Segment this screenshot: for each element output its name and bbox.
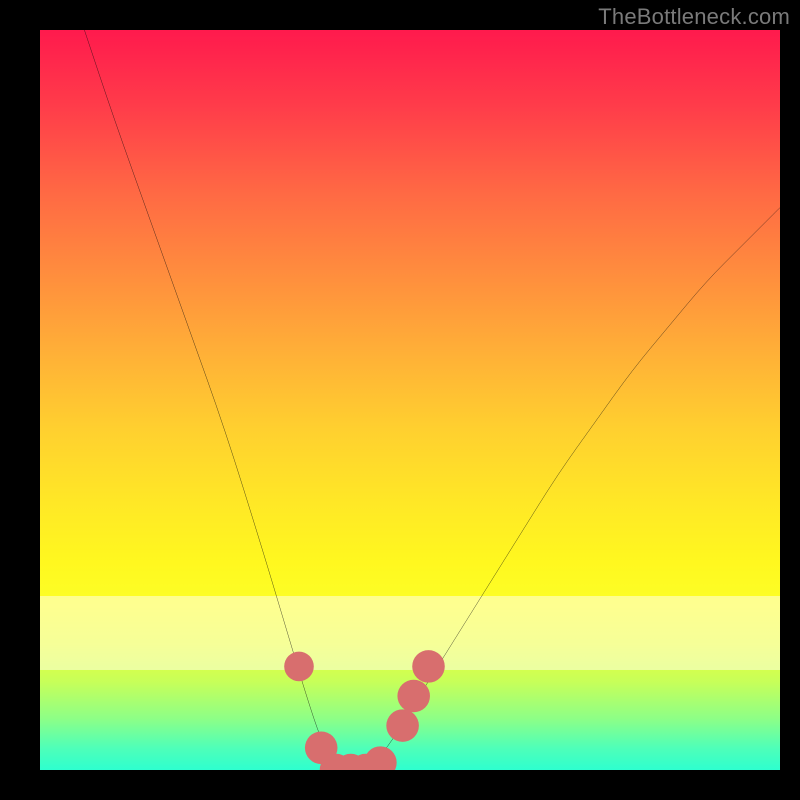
data-markers [284, 650, 445, 770]
chart-frame: TheBottleneck.com [0, 0, 800, 800]
valley-floor-marker-4 [364, 746, 397, 770]
right-rise-marker-2 [397, 680, 430, 713]
right-rise-marker-1 [386, 709, 419, 742]
watermark-text: TheBottleneck.com [598, 4, 790, 30]
plot-area [40, 30, 780, 770]
chart-svg [40, 30, 780, 770]
left-shoulder-marker [284, 652, 314, 682]
right-rise-marker-3 [412, 650, 445, 683]
